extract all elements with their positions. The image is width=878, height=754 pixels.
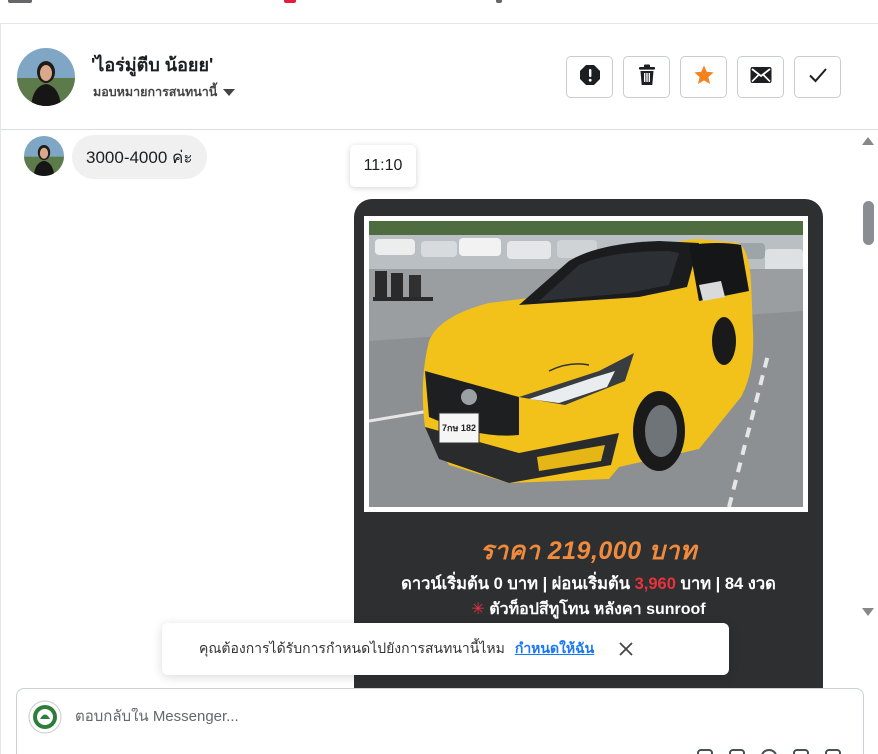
star-icon bbox=[693, 64, 715, 91]
delete-button[interactable] bbox=[623, 56, 670, 98]
trash-icon bbox=[637, 64, 657, 91]
emoji-icon[interactable] bbox=[761, 749, 777, 754]
ad-feature-line: ✳ ตัวท็อปสีทูโทน หลังคา sunroof bbox=[354, 597, 823, 622]
feature-text: ตัวท็อปสีทูโทน หลังคา sunroof bbox=[484, 601, 706, 618]
nav-item-indicator bbox=[496, 0, 502, 3]
incoming-message-bubble[interactable]: 3000-4000 ค่ะ bbox=[72, 135, 207, 179]
spam-button[interactable] bbox=[566, 56, 613, 98]
reply-input[interactable] bbox=[75, 708, 675, 725]
ad-price: ราคา 219,000 บาท bbox=[480, 537, 697, 565]
active-tab-indicator bbox=[284, 0, 296, 3]
asterisk-icon: ✳ bbox=[471, 601, 485, 618]
attach-icon[interactable] bbox=[697, 749, 713, 754]
top-nav-bar bbox=[0, 0, 878, 24]
header-actions bbox=[566, 56, 841, 98]
image-icon[interactable] bbox=[729, 749, 745, 754]
star-button[interactable] bbox=[680, 56, 727, 98]
scroll-up-arrow-icon[interactable] bbox=[862, 137, 874, 145]
inbox-conversation-view: 'ไอร่มู่ตีบ น้อยย' มอบหมายการสนทนานี้ 30… bbox=[0, 0, 878, 754]
close-icon[interactable] bbox=[616, 639, 636, 659]
message-thread[interactable]: 3000-4000 ค่ะ 11:10 7กษ 182 ราคา 219,000… bbox=[1, 131, 878, 691]
message-timestamp-tooltip: 11:10 bbox=[350, 145, 416, 187]
assign-label: มอบหมายการสนทนานี้ bbox=[93, 85, 218, 99]
terms-suffix: บาท | 84 งวด bbox=[675, 575, 776, 593]
license-plate: 7กษ 182 bbox=[442, 423, 476, 433]
terms-monthly-amount: 3,960 bbox=[634, 575, 676, 593]
terms-prefix: ดาวน์เริ่มต้น 0 บาท | ผ่อนเริ่มต้น bbox=[401, 575, 635, 593]
check-icon bbox=[808, 67, 828, 88]
gif-icon[interactable] bbox=[793, 749, 809, 754]
send-icon[interactable] bbox=[825, 749, 841, 754]
mark-unread-button[interactable] bbox=[737, 56, 784, 98]
avatar[interactable] bbox=[17, 48, 75, 106]
conversation-header: 'ไอร่มู่ตีบ น้อยย' มอบหมายการสนทนานี้ bbox=[1, 24, 878, 130]
assign-to-me-link[interactable]: กำหนดให้ฉัน bbox=[515, 638, 594, 660]
scroll-down-arrow-icon[interactable] bbox=[862, 608, 874, 616]
mark-done-button[interactable] bbox=[794, 56, 841, 98]
caret-down-icon bbox=[223, 88, 236, 96]
alert-icon bbox=[579, 64, 601, 91]
page-avatar bbox=[28, 700, 62, 734]
toast-message: คุณต้องการได้รับการกำหนดไปยังการสนทนานี้… bbox=[199, 640, 505, 656]
assign-prompt-toast: คุณต้องการได้รับการกำหนดไปยังการสนทนานี้… bbox=[162, 623, 729, 675]
mail-icon bbox=[750, 66, 772, 89]
reply-composer bbox=[16, 688, 864, 754]
contact-name[interactable]: 'ไอร่มู่ตีบ น้อยย' bbox=[91, 50, 213, 79]
scrollbar-thumb[interactable] bbox=[863, 201, 874, 245]
assign-conversation-dropdown[interactable]: มอบหมายการสนทนานี้ bbox=[93, 82, 236, 102]
car-photo[interactable]: 7กษ 182 bbox=[364, 216, 808, 512]
avatar[interactable] bbox=[24, 136, 64, 176]
ad-image-message[interactable]: 7กษ 182 ราคา 219,000 บาท ดาวน์เริ่มต้น 0… bbox=[354, 199, 823, 691]
ad-financing-terms: ดาวน์เริ่มต้น 0 บาท | ผ่อนเริ่มต้น 3,960… bbox=[354, 571, 823, 597]
menu-icon[interactable] bbox=[8, 0, 32, 3]
